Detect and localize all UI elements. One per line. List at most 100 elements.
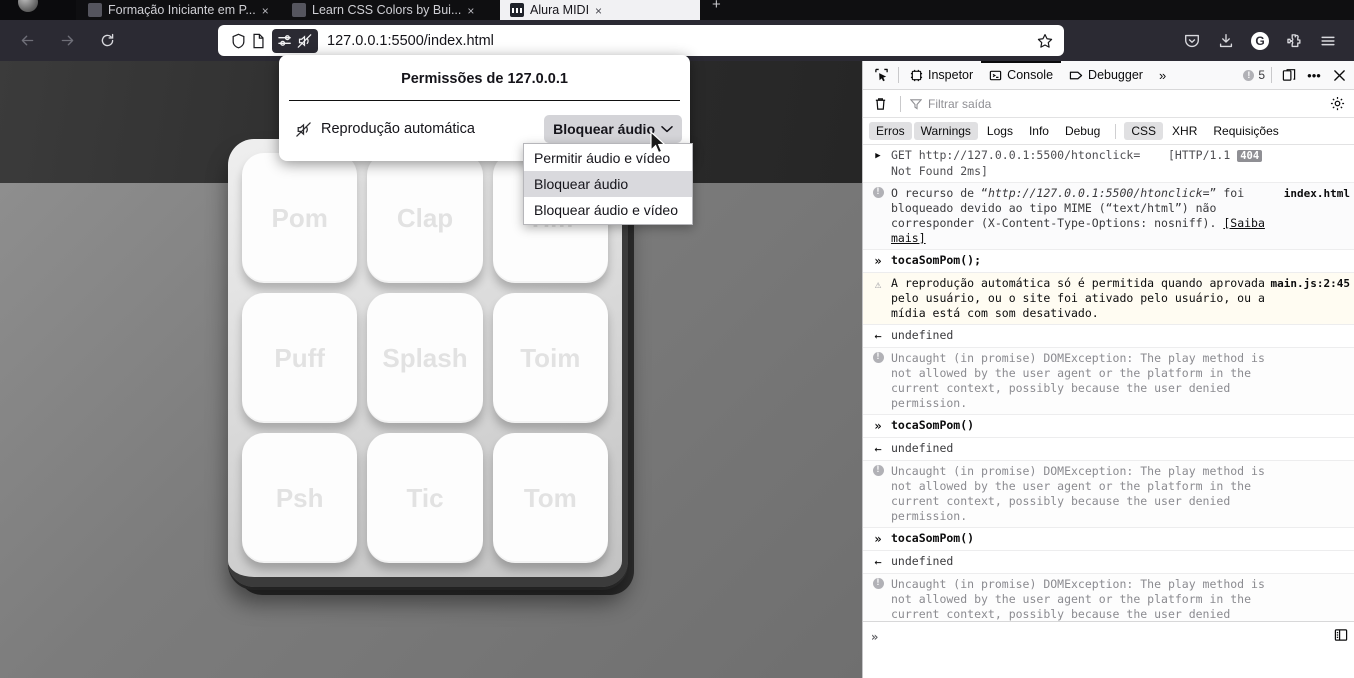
tab-close-icon[interactable]: ×: [467, 4, 474, 18]
msg-url: http://127.0.0.1:5500/htonclick=: [987, 186, 1210, 200]
console-message: undefined: [891, 554, 954, 568]
console-filter-input[interactable]: Filtrar saída: [910, 94, 1320, 114]
console-row-command[interactable]: » tocaSomPom();: [863, 250, 1354, 273]
tab-debugger[interactable]: Debugger: [1061, 61, 1151, 90]
clear-console-button[interactable]: [869, 97, 891, 111]
multiline-editor-button[interactable]: [1334, 627, 1348, 646]
tab-label: Formação Iniciante em P...: [108, 3, 256, 17]
console-row-network[interactable]: ▶ GET http://127.0.0.1:5500/htonclick= […: [863, 145, 1354, 183]
filter-css[interactable]: CSS: [1124, 122, 1164, 140]
console-row-error[interactable]: ! Uncaught (in promise) DOMException: Th…: [863, 574, 1354, 621]
net-status-suffix: Not Found 2ms]: [891, 164, 988, 178]
pad-button[interactable]: Toim: [492, 293, 608, 423]
pad-button[interactable]: Clap: [367, 153, 483, 283]
console-row-result[interactable]: ← undefined: [863, 551, 1354, 574]
filter-warnings[interactable]: Warnings: [913, 122, 978, 140]
pad-button[interactable]: Pom: [242, 153, 358, 283]
extensions-icon: [1287, 33, 1301, 47]
devtools-more-button[interactable]: •••: [1303, 68, 1325, 83]
console-message: Uncaught (in promise) DOMException: The …: [891, 464, 1265, 523]
download-icon: [1219, 33, 1233, 47]
filter-logs[interactable]: Logs: [980, 122, 1020, 140]
tab-1[interactable]: Learn CSS Colors by Bui... ×: [282, 0, 494, 20]
reload-button[interactable]: [90, 26, 124, 56]
shield-icon[interactable]: [228, 31, 248, 51]
pocket-icon: [1185, 34, 1199, 47]
back-button[interactable]: [10, 26, 44, 56]
devtools-close-button[interactable]: [1328, 69, 1350, 82]
tab-2-active[interactable]: Alura MIDI ×: [500, 0, 700, 20]
forward-button[interactable]: [50, 26, 84, 56]
tab-close-icon[interactable]: ×: [595, 4, 602, 18]
error-count-badge[interactable]: ! 5: [1243, 68, 1265, 82]
console-row-result[interactable]: ← undefined: [863, 438, 1354, 461]
forward-arrow-icon: [61, 35, 73, 46]
console-row-warning[interactable]: ⚠ A reprodução automática só é permitida…: [863, 273, 1354, 325]
element-picker-icon[interactable]: [867, 68, 895, 83]
tab-label: Console: [1007, 68, 1054, 82]
browser-window: Formação Iniciante em P... × Learn CSS C…: [0, 0, 1354, 678]
console-row-error[interactable]: ! Uncaught (in promise) DOMException: Th…: [863, 461, 1354, 528]
console-output[interactable]: ▶ GET http://127.0.0.1:5500/htonclick= […: [863, 145, 1354, 621]
filter-debug[interactable]: Debug: [1058, 122, 1107, 140]
close-icon: [1333, 69, 1345, 81]
account-button[interactable]: G: [1244, 26, 1276, 56]
input-chevron-icon: »: [874, 532, 882, 546]
console-row-command[interactable]: » tocaSomPom(): [863, 415, 1354, 438]
bookmark-star-icon[interactable]: [1034, 33, 1056, 49]
console-settings-button[interactable]: [1326, 96, 1348, 111]
new-tab-button[interactable]: +: [712, 0, 721, 13]
account-avatar: G: [1251, 31, 1269, 50]
expand-triangle-icon[interactable]: ▶: [871, 148, 885, 164]
console-row-info[interactable]: ! O recurso de “http://127.0.0.1:5500/ht…: [863, 183, 1354, 250]
extensions-button[interactable]: [1278, 26, 1310, 56]
filter-erros[interactable]: Erros: [869, 122, 912, 140]
menu-item-block-audio[interactable]: Bloquear áudio: [524, 171, 692, 197]
filter-info[interactable]: Info: [1022, 122, 1056, 140]
page-icon[interactable]: [248, 31, 268, 51]
pad-button[interactable]: Puff: [242, 293, 358, 423]
toolbar-divider: [898, 67, 899, 83]
tab-close-icon[interactable]: ×: [262, 4, 269, 18]
console-message: undefined: [891, 441, 954, 455]
pad-button[interactable]: Tom: [492, 433, 608, 563]
url-text[interactable]: 127.0.0.1:5500/index.html: [327, 33, 1034, 49]
pad-button[interactable]: Psh: [242, 433, 358, 563]
pocket-button[interactable]: [1176, 26, 1208, 56]
filter-xhr[interactable]: XHR: [1165, 122, 1204, 140]
source-link[interactable]: index.html: [1284, 186, 1350, 201]
pad-button[interactable]: Tic: [367, 433, 483, 563]
tab-favicon-icon: [292, 3, 306, 17]
tab-strip: Formação Iniciante em P... × Learn CSS C…: [0, 0, 1354, 20]
console-row-result[interactable]: ← undefined: [863, 325, 1354, 348]
permission-label: Reprodução automática: [321, 121, 475, 137]
hamburger-menu-icon: [1321, 36, 1335, 45]
menu-item-block-audio-video[interactable]: Bloquear áudio e vídeo: [524, 197, 692, 223]
source-link[interactable]: main.js:2:45: [1271, 276, 1350, 291]
devtools-overflow-button[interactable]: »: [1151, 68, 1174, 83]
address-bar[interactable]: 127.0.0.1:5500/index.html: [218, 25, 1064, 56]
firefox-logo-icon: [18, 0, 38, 12]
console-row-error[interactable]: ! Uncaught (in promise) DOMException: Th…: [863, 348, 1354, 415]
console-message: O recurso de “http://127.0.0.1:5500/hton…: [891, 186, 1346, 246]
tab-inspetor[interactable]: Inspetor: [902, 61, 981, 90]
app-menu-button[interactable]: [1312, 26, 1344, 56]
tab-label: Inspetor: [928, 68, 974, 82]
downloads-button[interactable]: [1210, 26, 1242, 56]
tab-label: Learn CSS Colors by Bui...: [312, 3, 462, 17]
filter-requisicoes[interactable]: Requisições: [1206, 122, 1285, 140]
console-message: tocaSomPom(): [891, 418, 975, 432]
console-row-command[interactable]: » tocaSomPom(): [863, 528, 1354, 551]
tab-0[interactable]: Formação Iniciante em P... ×: [78, 0, 278, 20]
inspector-icon: [910, 69, 923, 81]
site-permissions-chip[interactable]: [272, 28, 318, 53]
devtools-panel: Inspetor Console Debugger » ! 5 ••• Filt…: [862, 61, 1354, 678]
error-icon: !: [1243, 69, 1255, 81]
tab-console[interactable]: Console: [981, 61, 1061, 90]
dock-panel-button[interactable]: [1278, 68, 1300, 82]
status-badge: 404: [1237, 150, 1263, 162]
trash-icon: [875, 97, 885, 110]
autoplay-dropdown-menu: Permitir áudio e vídeo Bloquear áudio Bl…: [523, 143, 693, 225]
pad-button[interactable]: Splash: [367, 293, 483, 423]
console-input-row[interactable]: »: [863, 621, 1354, 651]
